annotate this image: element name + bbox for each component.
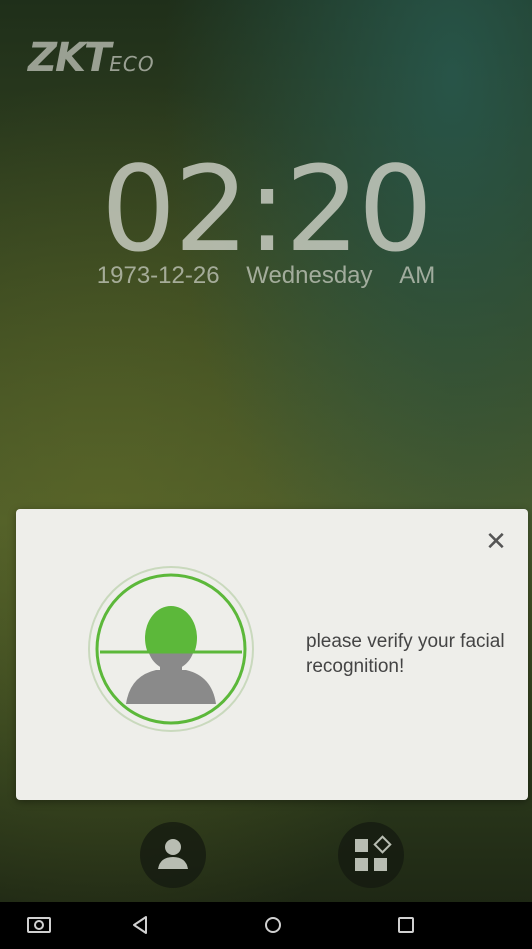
clock-time: 02:20 bbox=[100, 140, 433, 278]
face-verify-dialog: ✕ please verify your facial recognition! bbox=[16, 509, 528, 800]
weekday-text: Wednesday bbox=[246, 262, 373, 289]
logo-sub: ECO bbox=[109, 52, 155, 76]
system-navbar bbox=[0, 902, 532, 949]
brand-logo: ZKTECO bbox=[28, 38, 155, 78]
face-scan-icon bbox=[86, 564, 256, 734]
close-icon[interactable]: ✕ bbox=[484, 528, 508, 554]
user-icon bbox=[158, 839, 188, 869]
lock-screen: ZKTECO 02:20 1973-12-26 Wednesday AM ✕ p… bbox=[0, 0, 532, 949]
camera-icon bbox=[27, 917, 51, 933]
date-row: 1973-12-26 Wednesday AM bbox=[0, 262, 532, 290]
recent-apps-button[interactable] bbox=[376, 902, 436, 949]
period-text: AM bbox=[399, 262, 436, 289]
logo-main: ZKT bbox=[28, 35, 111, 81]
home-icon bbox=[265, 917, 281, 933]
home-button[interactable] bbox=[243, 902, 303, 949]
apps-menu-button[interactable] bbox=[338, 822, 404, 888]
back-button[interactable] bbox=[110, 902, 170, 949]
recent-apps-icon bbox=[398, 917, 414, 933]
verify-message: please verify your facial recognition! bbox=[306, 631, 505, 677]
back-icon bbox=[133, 916, 147, 934]
user-button[interactable] bbox=[140, 822, 206, 888]
apps-menu-icon bbox=[355, 835, 392, 871]
camera-button[interactable] bbox=[8, 902, 68, 949]
date-text: 1973-12-26 bbox=[96, 262, 220, 289]
